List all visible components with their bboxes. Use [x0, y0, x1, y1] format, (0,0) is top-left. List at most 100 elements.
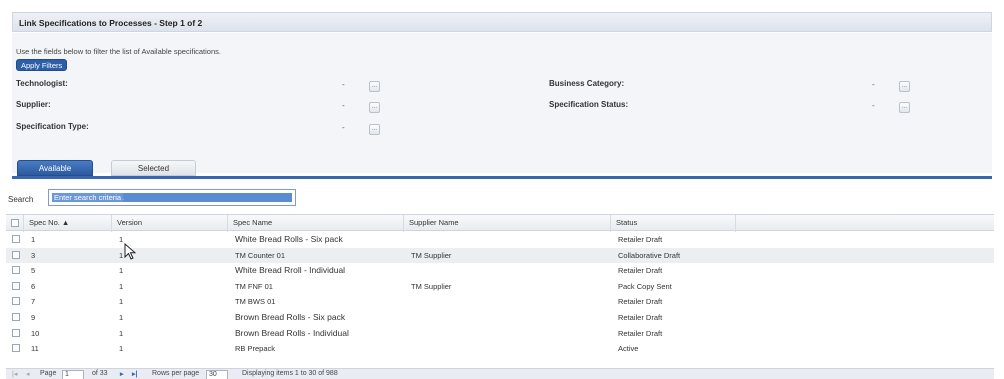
tab-selected[interactable]: Selected: [111, 160, 196, 176]
version: 1: [119, 328, 124, 338]
row-checkbox[interactable]: [12, 235, 20, 243]
col-supplier-name[interactable]: Supplier Name: [404, 215, 611, 232]
spec-no: 11: [31, 344, 39, 354]
supplier-name: TM Supplier: [411, 250, 452, 260]
col-spec-name[interactable]: Spec Name: [228, 215, 404, 232]
page-count: of 33: [92, 370, 108, 377]
supplier-name: [406, 341, 411, 357]
business-category-value: -: [872, 80, 875, 89]
table-row[interactable]: 11 1 RB Prepack Active: [6, 341, 994, 357]
col-spec-no[interactable]: Spec No. ▲: [24, 215, 112, 232]
select-all-cell: [6, 215, 24, 232]
tab-available[interactable]: Available: [17, 160, 93, 176]
table-row[interactable]: 9 1 Brown Bread Rolls - Six pack Retaile…: [6, 310, 994, 326]
table-row[interactable]: 5 1 White Bread Rroll - Individual Retai…: [6, 263, 994, 279]
row-checkbox[interactable]: [12, 313, 20, 321]
status: Active: [618, 344, 639, 354]
last-page-icon[interactable]: ▸|: [132, 370, 137, 378]
table-row[interactable]: 6 1 TM FNF 01 TM Supplier Pack Copy Sent: [6, 279, 994, 295]
tab-underline: [12, 176, 992, 179]
search-label: Search: [8, 195, 34, 204]
filter-panel: Use the fields below to filter the list …: [12, 33, 992, 173]
spec-status-lookup-button[interactable]: ...: [899, 102, 910, 113]
row-checkbox[interactable]: [12, 281, 20, 290]
technologist-value: -: [342, 80, 345, 89]
supplier-name: [406, 263, 411, 279]
status: Retailer Draft: [618, 328, 663, 338]
technologist-lookup-button[interactable]: ...: [369, 81, 380, 92]
spec-status-value: -: [872, 101, 875, 110]
table-row[interactable]: 3 1 TM Counter 01 TM Supplier Collaborat…: [6, 247, 994, 264]
supplier-name: [406, 310, 411, 326]
table-row[interactable]: 10 1 Brown Bread Rolls - Individual Reta…: [6, 326, 994, 342]
spec-name: TM BWS 01: [235, 297, 276, 307]
spec-no: 1: [31, 235, 36, 244]
supplier-lookup-button[interactable]: ...: [369, 102, 380, 113]
spec-name: White Bread Rolls - Six pack: [235, 234, 343, 244]
supplier-value: -: [342, 101, 345, 110]
rows-per-page-input[interactable]: 30: [206, 370, 228, 379]
apply-filters-button[interactable]: Apply Filters: [16, 59, 68, 71]
status: Pack Copy Sent: [618, 281, 672, 291]
spec-name: Brown Bread Rolls - Six pack: [235, 312, 346, 322]
page-number-input[interactable]: 1: [62, 370, 84, 379]
filter-hint: Use the fields below to filter the list …: [16, 47, 221, 56]
table-row[interactable]: 1 1 White Bread Rolls - Six pack Retaile…: [6, 232, 994, 248]
spec-name: TM Counter 01: [235, 250, 286, 260]
status: Retailer Draft: [618, 297, 663, 307]
supplier-name: [406, 232, 411, 248]
supplier-label: Supplier:: [16, 100, 51, 109]
spec-no: 10: [31, 328, 40, 338]
version: 1: [119, 297, 124, 307]
prev-page-icon[interactable]: ◂: [26, 370, 30, 378]
spec-name: TM FNF 01: [235, 281, 273, 291]
business-category-lookup-button[interactable]: ...: [899, 81, 910, 92]
col-status[interactable]: Status: [611, 215, 736, 232]
supplier-name: [406, 326, 411, 342]
spec-name: RB Prepack: [235, 344, 276, 354]
version: 1: [119, 313, 124, 322]
page-label: Page: [40, 370, 57, 377]
spec-no: 7: [31, 297, 36, 307]
version: 1: [119, 250, 124, 260]
display-summary: Displaying items 1 to 30 of 988: [242, 370, 338, 377]
col-version[interactable]: Version: [112, 215, 228, 232]
technologist-label: Technologist:: [16, 79, 68, 88]
row-checkbox[interactable]: [12, 328, 20, 337]
spec-no: 6: [31, 281, 36, 291]
table-row[interactable]: 7 1 TM BWS 01 Retailer Draft: [6, 294, 994, 310]
rows-per-page-label: Rows per page: [152, 370, 200, 377]
status: Retailer Draft: [618, 235, 663, 244]
spec-status-label: Specification Status:: [549, 100, 629, 109]
window-title: Link Specifications to Processes - Step …: [12, 12, 992, 32]
spec-name: White Bread Rroll - Individual: [235, 265, 346, 276]
status: Retailer Draft: [618, 266, 663, 276]
mouse-pointer-icon: [124, 243, 137, 260]
spec-no: 3: [31, 250, 36, 260]
row-checkbox[interactable]: [12, 344, 20, 353]
spec-type-value: -: [342, 123, 345, 132]
next-page-icon[interactable]: ▸: [120, 370, 124, 378]
supplier-name: TM Supplier: [411, 281, 452, 291]
version: 1: [119, 235, 124, 244]
spec-name: Brown Bread Rolls - Individual: [235, 327, 349, 338]
spec-no: 9: [31, 313, 36, 322]
version: 1: [119, 281, 124, 291]
row-checkbox[interactable]: [12, 297, 20, 306]
spec-grid: Spec No. ▲ Version Spec Name Supplier Na…: [6, 214, 994, 362]
row-checkbox[interactable]: [12, 266, 20, 275]
status: Retailer Draft: [618, 313, 663, 322]
first-page-icon[interactable]: |◂: [12, 370, 17, 378]
version: 1: [119, 266, 124, 276]
spec-type-label: Specification Type:: [16, 122, 89, 131]
select-all-checkbox[interactable]: [11, 219, 19, 227]
spec-type-lookup-button[interactable]: ...: [369, 124, 380, 135]
business-category-label: Business Category:: [549, 79, 625, 88]
version: 1: [119, 344, 124, 354]
pagination-bar: |◂ ◂ Page 1 of 33 ▸ ▸| Rows per page 30 …: [6, 368, 994, 379]
status: Collaborative Draft: [618, 250, 681, 260]
supplier-name: [406, 294, 411, 310]
row-checkbox[interactable]: [12, 250, 20, 259]
search-input[interactable]: [48, 189, 296, 206]
spec-no: 5: [31, 266, 36, 276]
